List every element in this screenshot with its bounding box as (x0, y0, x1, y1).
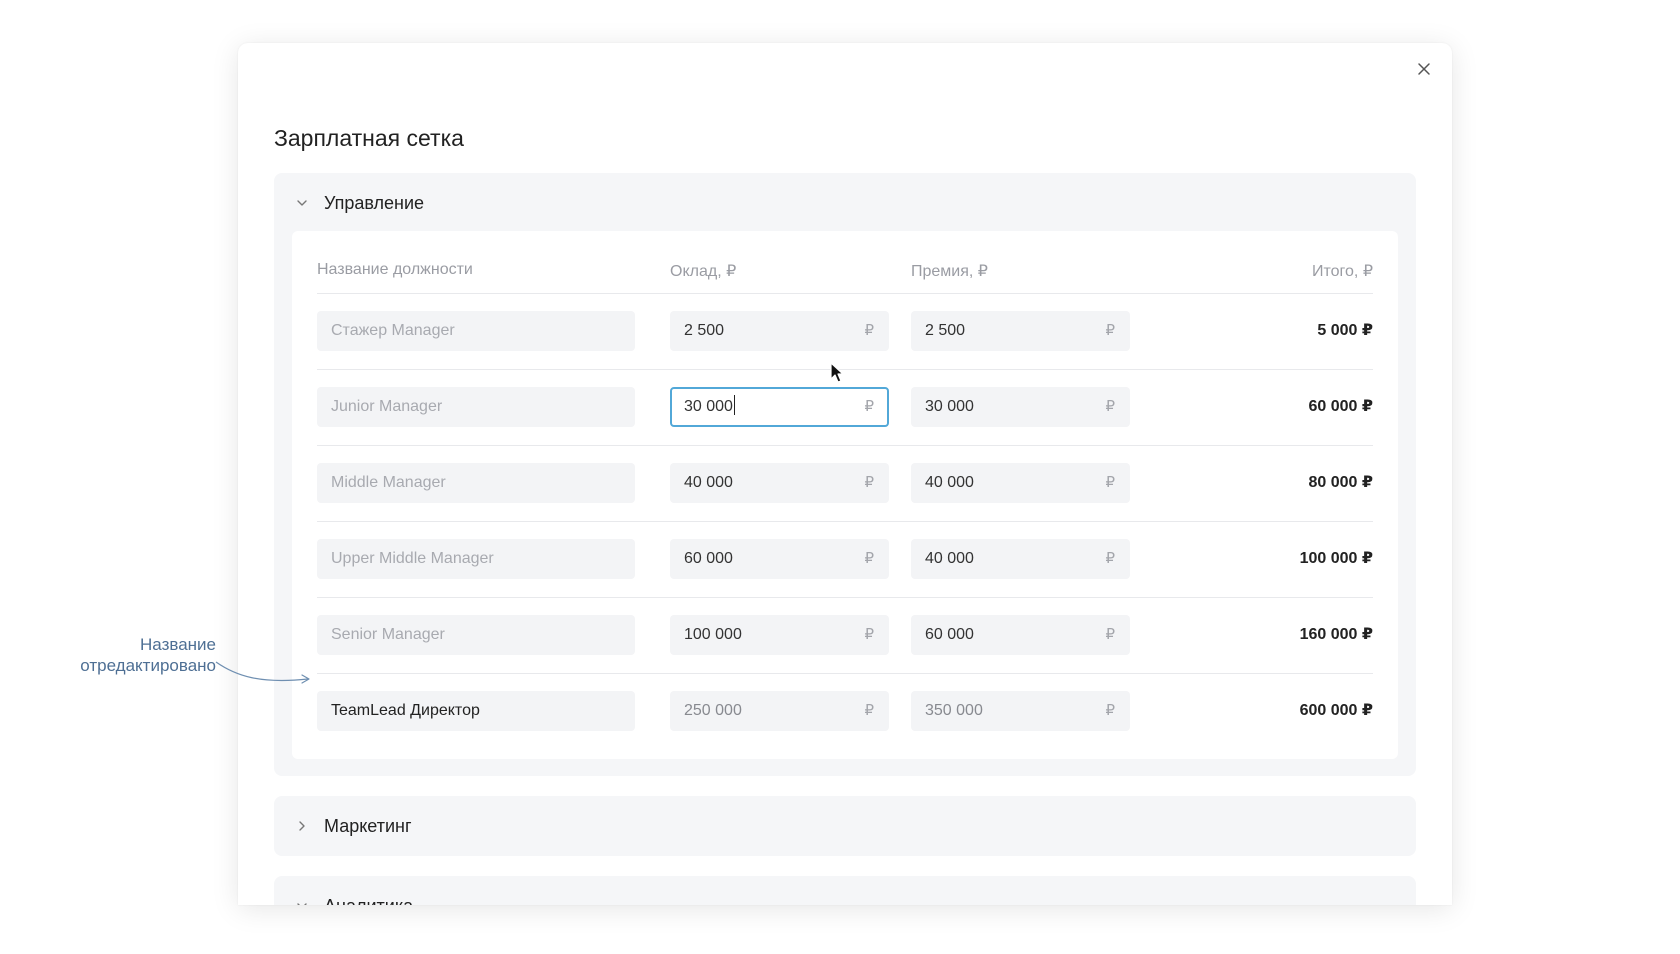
bonus-field[interactable]: 40 000 ₽ (911, 463, 1130, 503)
section-analytics: Аналитика (274, 876, 1416, 905)
salary-field[interactable]: 100 000 ₽ (670, 615, 889, 655)
position-name-field[interactable]: Upper Middle Manager (317, 539, 635, 579)
table-row: TeamLead Директор 250 000 ₽ 350 000 ₽ 600 … (317, 673, 1373, 749)
close-button[interactable] (1410, 55, 1438, 83)
salary-field[interactable]: 250 000 ₽ (670, 691, 889, 731)
bonus-value: 40 000 (925, 474, 974, 491)
currency-symbol: ₽ (864, 474, 874, 491)
chevron-down-icon (294, 195, 310, 211)
row-total: 600 000 ₽ (1299, 702, 1373, 719)
annotation-line-1: Название (140, 635, 216, 654)
bonus-value: 60 000 (925, 626, 974, 643)
edit-annotation: Название отредактировано (58, 634, 216, 676)
table-row: Стажер Manager 2 500 ₽ 2 500 ₽ 5 000 ₽ (317, 293, 1373, 370)
modal-title: Зарплатная сетка (274, 125, 464, 151)
row-total: 60 000 ₽ (1308, 398, 1373, 415)
salary-value: 60 000 (684, 550, 733, 567)
bonus-field[interactable]: 30 000 ₽ (911, 387, 1130, 427)
salary-value: 100 000 (684, 626, 742, 643)
salary-field-focused[interactable]: 30 000 ₽ (670, 387, 889, 427)
annotation-line-2: отредактировано (80, 656, 216, 675)
position-name-field-edited[interactable]: TeamLead Директор (317, 691, 635, 731)
salary-field[interactable]: 60 000 ₽ (670, 539, 889, 579)
currency-symbol: ₽ (864, 398, 874, 415)
salary-value: 250 000 (684, 702, 742, 719)
currency-symbol: ₽ (1105, 550, 1115, 567)
mouse-cursor-icon (830, 362, 844, 383)
section-title: Маркетинг (324, 815, 412, 836)
chevron-right-icon (294, 818, 310, 834)
bonus-value: 2 500 (925, 322, 966, 339)
bonus-value: 40 000 (925, 550, 974, 567)
currency-symbol: ₽ (864, 702, 874, 719)
position-name-field[interactable]: Junior Manager (317, 387, 635, 427)
close-icon (1418, 63, 1430, 75)
table-header: Название должности Оклад, ₽ Премия, ₽ Ит… (317, 231, 1373, 294)
row-total: 5 000 ₽ (1317, 322, 1373, 339)
annotation-arrow-icon (215, 661, 310, 684)
column-header-bonus: Премия, ₽ (911, 263, 988, 280)
column-header-total: Итого, ₽ (1312, 263, 1373, 280)
table-row: Middle Manager 40 000 ₽ 40 000 ₽ 80 000 ₽ (317, 445, 1373, 522)
section-marketing: Маркетинг (274, 796, 1416, 856)
bonus-field[interactable]: 350 000 ₽ (911, 691, 1130, 731)
currency-symbol: ₽ (1105, 702, 1115, 719)
bonus-value: 350 000 (925, 702, 983, 719)
salary-value: 40 000 (684, 474, 733, 491)
currency-symbol: ₽ (864, 322, 874, 339)
row-total: 80 000 ₽ (1308, 474, 1373, 491)
salary-grid-modal: Зарплатная сетка Управление Название дол… (238, 43, 1452, 905)
bonus-value: 30 000 (925, 398, 974, 415)
row-total: 160 000 ₽ (1299, 626, 1373, 643)
salary-field[interactable]: 40 000 ₽ (670, 463, 889, 503)
salary-table: Название должности Оклад, ₽ Премия, ₽ Ит… (292, 231, 1398, 759)
column-header-salary: Оклад, ₽ (670, 263, 737, 280)
position-name-field[interactable]: Стажер Manager (317, 311, 635, 351)
row-total: 100 000 ₽ (1299, 550, 1373, 567)
bonus-field[interactable]: 40 000 ₽ (911, 539, 1130, 579)
currency-symbol: ₽ (1105, 398, 1115, 415)
position-name-field[interactable]: Middle Manager (317, 463, 635, 503)
currency-symbol: ₽ (864, 626, 874, 643)
table-row: Upper Middle Manager 60 000 ₽ 40 000 ₽ 100… (317, 521, 1373, 598)
section-title: Аналитика (324, 896, 413, 906)
salary-value: 30 000 (684, 398, 733, 415)
text-caret (733, 395, 736, 416)
section-management: Управление Название должности Оклад, ₽ П… (274, 173, 1416, 776)
section-header-analytics[interactable]: Аналитика (274, 876, 1416, 905)
bonus-field[interactable]: 2 500 ₽ (911, 311, 1130, 351)
currency-symbol: ₽ (864, 550, 874, 567)
salary-field[interactable]: 2 500 ₽ (670, 311, 889, 351)
position-name-field[interactable]: Senior Manager (317, 615, 635, 655)
section-title: Управление (324, 192, 425, 213)
currency-symbol: ₽ (1105, 474, 1115, 491)
section-header-management[interactable]: Управление (274, 173, 1416, 233)
table-row: Senior Manager 100 000 ₽ 60 000 ₽ 160 000 … (317, 597, 1373, 674)
column-header-name: Название должности (317, 261, 473, 278)
bonus-field[interactable]: 60 000 ₽ (911, 615, 1130, 655)
salary-value: 2 500 (684, 322, 725, 339)
chevron-down-icon (294, 898, 310, 905)
section-header-marketing[interactable]: Маркетинг (274, 796, 1416, 856)
currency-symbol: ₽ (1105, 322, 1115, 339)
currency-symbol: ₽ (1105, 626, 1115, 643)
